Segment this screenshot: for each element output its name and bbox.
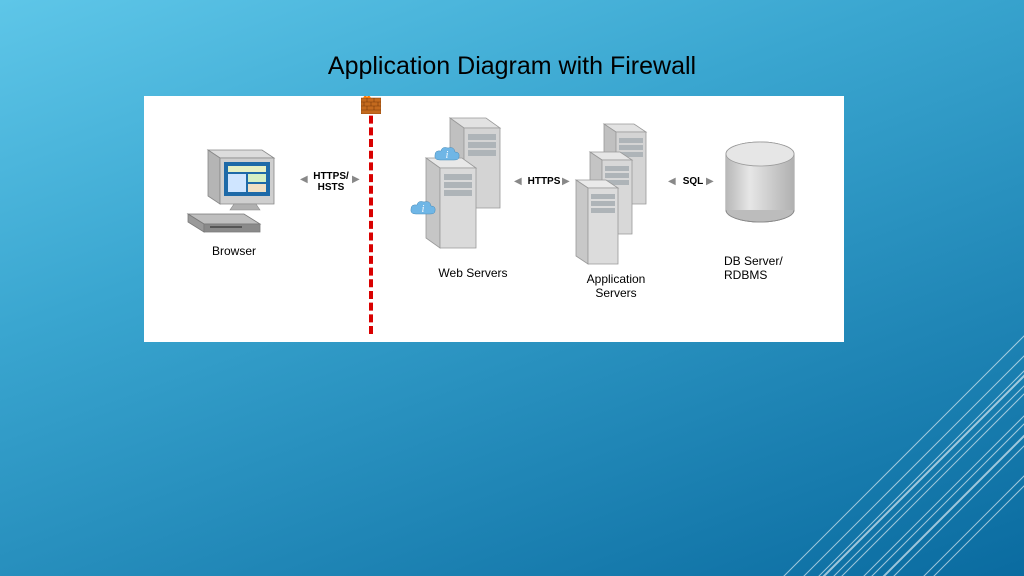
arrow-left-icon: ◀ xyxy=(300,174,307,185)
cloud-info-icon: i xyxy=(434,146,460,164)
slide-title: Application Diagram with Firewall xyxy=(0,52,1024,81)
firewall-line xyxy=(369,104,373,334)
cloud-info-icon: i xyxy=(410,200,436,218)
arrow-right-icon: ▶ xyxy=(562,176,569,187)
database-cylinder-icon xyxy=(720,140,800,230)
firewall-icon xyxy=(361,96,381,114)
protocol-https-hsts: HTTPS/ HSTS xyxy=(310,171,352,193)
app-servers-label: Application Servers xyxy=(576,272,656,300)
app-servers-node xyxy=(574,116,674,276)
db-node xyxy=(720,140,800,240)
arrow-right-icon: ▶ xyxy=(706,176,713,187)
svg-text:i: i xyxy=(422,204,425,215)
web-servers-node: i i xyxy=(414,108,534,268)
protocol-sql: SQL xyxy=(678,176,708,187)
computer-icon xyxy=(184,144,284,234)
browser-label: Browser xyxy=(204,244,264,258)
web-servers-label: Web Servers xyxy=(428,266,518,280)
server-tower-icon xyxy=(574,116,674,266)
slide: Application Diagram with Firewall xyxy=(0,0,1024,576)
browser-node xyxy=(184,144,284,254)
arrow-left-icon: ◀ xyxy=(514,176,521,187)
svg-text:i: i xyxy=(446,150,449,161)
diagram-panel: Browser ◀ HTTPS/ HSTS ▶ xyxy=(144,96,844,342)
protocol-https: HTTPS xyxy=(524,176,564,187)
db-label: DB Server/ RDBMS xyxy=(724,254,814,282)
arrow-right-icon: ▶ xyxy=(352,174,359,185)
arrow-left-icon: ◀ xyxy=(668,176,675,187)
